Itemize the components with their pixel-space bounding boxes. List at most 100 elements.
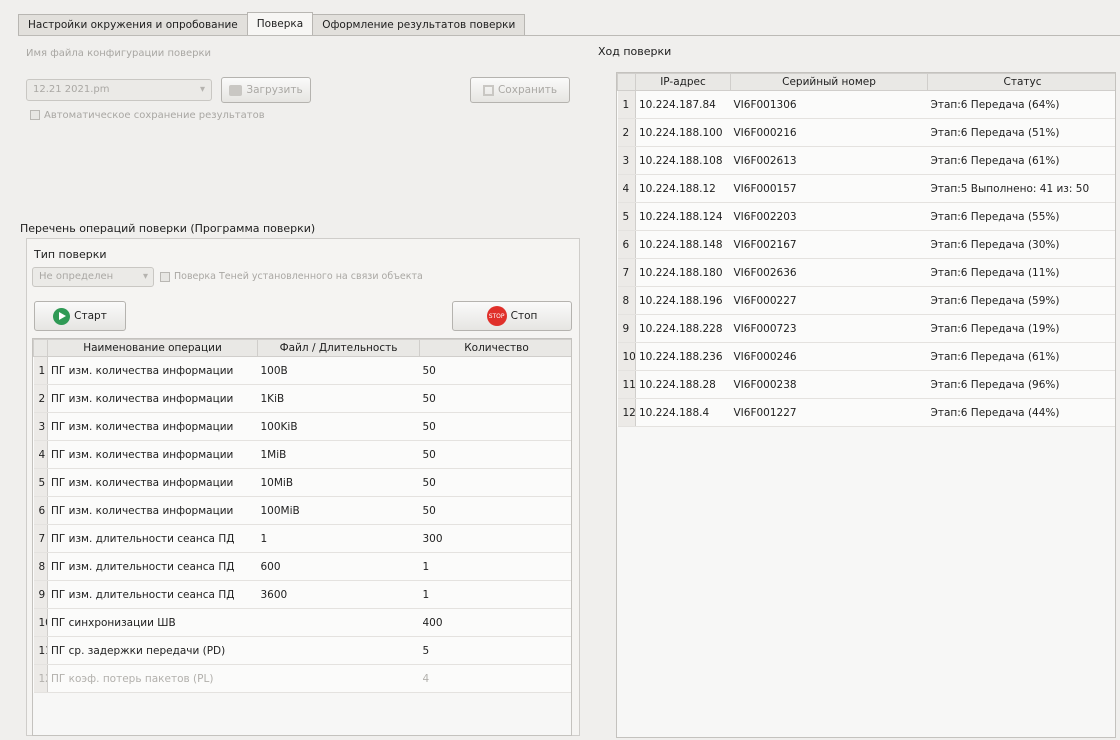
operation-name: ПГ изм. количества информации [47, 384, 258, 413]
load-button[interactable]: Загрузить [221, 77, 311, 103]
operation-name: ПГ изм. длительности сеанса ПД [47, 552, 258, 581]
device-row[interactable]: 5 10.224.188.124 VI6F002203 Этап:6 Передача… [617, 202, 1115, 231]
operation-row[interactable]: 2 ПГ изм. количества информации 1KiB 50 [33, 384, 571, 413]
device-serial: VI6F002167 [730, 230, 928, 259]
tab-verification[interactable]: Поверка [246, 12, 314, 36]
operation-name: ПГ изм. количества информации [47, 412, 258, 441]
device-serial: VI6F000157 [730, 174, 928, 203]
device-serial: VI6F001227 [730, 398, 928, 427]
device-status: Этап:6 Передача (11%) [927, 258, 1115, 287]
operation-row[interactable]: 3 ПГ изм. количества информации 100KiB 50 [33, 412, 571, 441]
chevron-down-icon: ▾ [142, 271, 148, 282]
device-row[interactable]: 8 10.224.188.196 VI6F000227 Этап:6 Передача… [617, 286, 1115, 315]
device-serial: VI6F000216 [730, 118, 928, 147]
row-number: 4 [33, 440, 48, 469]
row-number: 2 [33, 384, 48, 413]
device-status: Этап:6 Передача (30%) [927, 230, 1115, 259]
operation-row[interactable]: 8 ПГ изм. длительности сеанса ПД 600 1 [33, 552, 571, 581]
operation-name: ПГ изм. количества информации [47, 496, 258, 525]
tab-environment-settings[interactable]: Настройки окружения и опробование [18, 14, 248, 36]
checkbox-box [160, 271, 170, 282]
operation-file-duration: 1 [257, 524, 420, 553]
operation-file-duration: 10MiB [257, 468, 420, 497]
device-status: Этап:6 Передача (64%) [927, 90, 1115, 119]
operation-file-duration: 1MiB [257, 440, 420, 469]
device-row[interactable]: 10 10.224.188.236 VI6F000246 Этап:6 Передач… [617, 342, 1115, 371]
operation-row[interactable]: 11ПГ ср. задержки передачи (PD) 5 [33, 636, 571, 665]
operation-file-duration [257, 664, 420, 693]
row-number: 4 [617, 174, 636, 203]
row-number: 6 [617, 230, 636, 259]
row-number: 7 [617, 258, 636, 287]
verification-type-checkbox[interactable]: Поверка Теней установленного на связи об… [160, 271, 423, 282]
verification-type-label: Тип поверки [34, 248, 107, 261]
progress-table-container: IP-адрес Серийный номер Статус 1 10.224.1… [616, 72, 1116, 738]
start-button[interactable]: Старт [34, 301, 126, 331]
device-ip: 10.224.188.148 [635, 230, 731, 259]
device-row[interactable]: 6 10.224.188.148 VI6F002167 Этап:6 Передача… [617, 230, 1115, 259]
verification-type-select[interactable]: Не определен ▾ [32, 267, 154, 287]
operation-file-duration: 3600 [257, 580, 420, 609]
device-serial: VI6F001306 [730, 90, 928, 119]
operation-name: ПГ изм. количества информации [47, 440, 258, 469]
tab-bar: Настройки окружения и опробование Поверк… [18, 12, 526, 36]
operation-row[interactable]: 10ПГ синхронизации ШВ 400 [33, 608, 571, 637]
stop-button[interactable]: STOP Стоп [452, 301, 572, 331]
config-file-select[interactable]: 12.21 2021.pm ▾ [26, 79, 212, 101]
operation-row[interactable]: 5 ПГ изм. количества информации 10MiB 50 [33, 468, 571, 497]
row-number: 11 [617, 370, 636, 399]
device-row[interactable]: 4 10.224.188.12 VI6F000157 Этап:5 Выполнено… [617, 174, 1115, 203]
operation-row[interactable]: 7 ПГ изм. длительности сеанса ПД 1 300 [33, 524, 571, 553]
device-ip: 10.224.188.12 [635, 174, 731, 203]
device-status: Этап:5 Выполнено: 41 из: 50 [927, 174, 1115, 203]
device-row[interactable]: 12 10.224.188.4 VI6F001227 Этап:6 Передача … [617, 398, 1115, 427]
ops-header-name[interactable]: Наименование операции [47, 339, 258, 357]
row-number: 1 [33, 356, 48, 385]
operation-count: 50 [419, 412, 571, 441]
operation-count: 400 [419, 608, 571, 637]
operation-count: 4 [419, 664, 571, 693]
ops-header-file[interactable]: Файл / Длительность [257, 339, 420, 357]
device-ip: 10.224.188.28 [635, 370, 731, 399]
operation-count: 5 [419, 636, 571, 665]
save-icon [482, 84, 494, 96]
operation-row[interactable]: 9 ПГ изм. длительности сеанса ПД 3600 1 [33, 580, 571, 609]
device-row[interactable]: 9 10.224.188.228 VI6F000723 Этап:6 Передача… [617, 314, 1115, 343]
row-number: 10 [33, 608, 48, 637]
progress-table: IP-адрес Серийный номер Статус 1 10.224.1… [617, 73, 1115, 427]
operations-section-title: Перечень операций поверки (Программа пов… [20, 222, 316, 235]
operation-row[interactable]: 4 ПГ изм. количества информации 1MiB 50 [33, 440, 571, 469]
progress-header-serial[interactable]: Серийный номер [730, 73, 928, 91]
operation-row[interactable]: 1 ПГ изм. количества информации 100B 50 [33, 356, 571, 385]
device-row[interactable]: 11 10.224.188.28 VI6F000238 Этап:6 Передача… [617, 370, 1115, 399]
device-row[interactable]: 7 10.224.188.180 VI6F002636 Этап:6 Передача… [617, 258, 1115, 287]
progress-header-status[interactable]: Статус [927, 73, 1115, 91]
progress-header-ip[interactable]: IP-адрес [635, 73, 731, 91]
device-ip: 10.224.188.124 [635, 202, 731, 231]
autosave-checkbox[interactable]: Автоматическое сохранение результатов [30, 110, 265, 121]
device-status: Этап:6 Передача (59%) [927, 286, 1115, 315]
device-ip: 10.224.188.236 [635, 342, 731, 371]
save-button[interactable]: Сохранить [470, 77, 570, 103]
device-ip: 10.224.188.228 [635, 314, 731, 343]
operation-row[interactable]: 6 ПГ изм. количества информации 100MiB 50 [33, 496, 571, 525]
ops-header-count[interactable]: Количество [419, 339, 571, 357]
device-row[interactable]: 3 10.224.188.108 VI6F002613 Этап:6 Передача… [617, 146, 1115, 175]
stop-button-label: Стоп [510, 310, 538, 322]
operations-table: Наименование операции Файл / Длительност… [33, 339, 571, 693]
operation-file-duration: 600 [257, 552, 420, 581]
row-number: 12 [617, 398, 636, 427]
operation-row[interactable]: 12ПГ коэф. потерь пакетов (PL) 4 [33, 664, 571, 693]
load-button-label: Загрузить [246, 84, 303, 96]
device-serial: VI6F000246 [730, 342, 928, 371]
row-number: 9 [33, 580, 48, 609]
operation-count: 1 [419, 580, 571, 609]
operations-table-container: Наименование операции Файл / Длительност… [32, 338, 572, 736]
tab-results[interactable]: Оформление результатов поверки [312, 14, 526, 36]
device-row[interactable]: 1 10.224.187.84 VI6F001306 Этап:6 Передача … [617, 90, 1115, 119]
device-status: Этап:6 Передача (55%) [927, 202, 1115, 231]
row-number: 5 [617, 202, 636, 231]
operation-file-duration: 100KiB [257, 412, 420, 441]
chevron-down-icon: ▾ [199, 84, 205, 95]
device-row[interactable]: 2 10.224.188.100 VI6F000216 Этап:6 Передача… [617, 118, 1115, 147]
